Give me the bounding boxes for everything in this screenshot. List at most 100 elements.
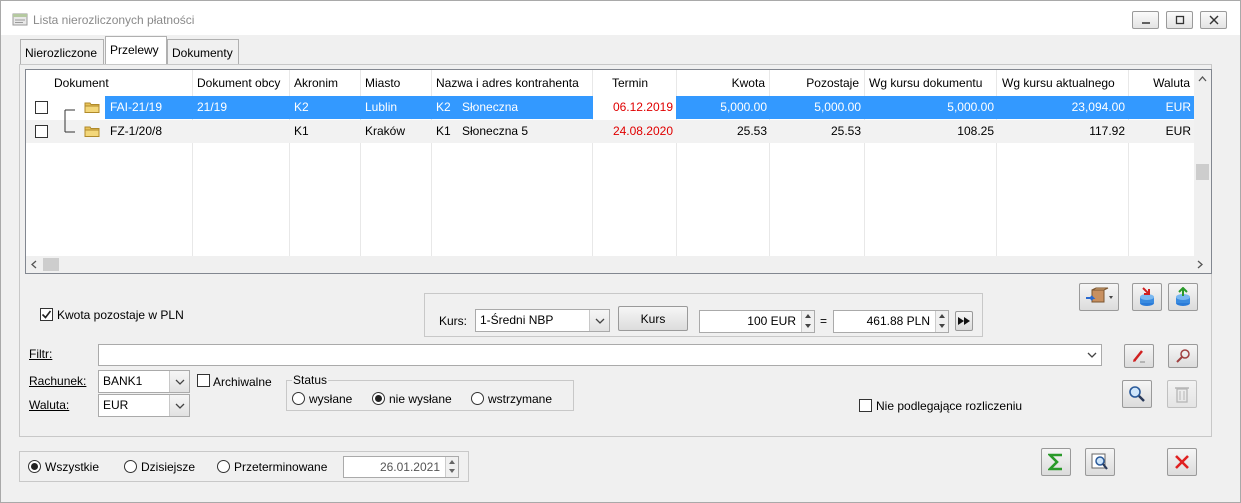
col-header-akronim[interactable]: Akronim bbox=[294, 70, 360, 96]
date-input[interactable]: 26.01.2021 bbox=[343, 456, 459, 478]
col-header-dokument[interactable]: Dokument bbox=[54, 70, 214, 96]
preview-button[interactable] bbox=[1085, 448, 1115, 476]
horizontal-scrollbar[interactable] bbox=[26, 256, 1211, 273]
archiwalne-checkbox[interactable] bbox=[197, 374, 210, 387]
clear-filter-button[interactable] bbox=[1124, 344, 1154, 368]
col-header-pozostaje[interactable]: Pozostaje bbox=[771, 70, 859, 96]
checkmark-icon bbox=[41, 310, 52, 319]
kwota-pln-label[interactable]: Kwota pozostaje w PLN bbox=[57, 308, 184, 322]
tab-przelewy[interactable]: Przelewy bbox=[105, 36, 167, 65]
amount-to-spinner[interactable] bbox=[935, 311, 948, 332]
amount-to-value: 461.88 PLN bbox=[866, 314, 930, 328]
scroll-up-icon[interactable] bbox=[1198, 76, 1207, 82]
tab-nierozliczone[interactable]: Nierozliczone bbox=[20, 39, 104, 64]
radio-wszystkie-label[interactable]: Wszystkie bbox=[45, 460, 99, 474]
date-spinner[interactable] bbox=[445, 457, 458, 477]
kurs-button[interactable]: Kurs bbox=[618, 306, 688, 331]
import-icon bbox=[1140, 287, 1154, 306]
kurs-select-value: 1-Średni NBP bbox=[480, 313, 554, 327]
delete-button[interactable] bbox=[1167, 380, 1197, 408]
generate-button[interactable] bbox=[1079, 283, 1119, 311]
scroll-left-icon[interactable] bbox=[31, 260, 37, 269]
radio-przeterminowane[interactable] bbox=[217, 460, 230, 473]
maximize-icon bbox=[1175, 15, 1184, 25]
chevron-down-icon[interactable] bbox=[589, 310, 609, 331]
col-header-termin[interactable]: Termin bbox=[612, 70, 654, 96]
maximize-button[interactable] bbox=[1166, 11, 1193, 29]
kwota-pln-checkbox[interactable] bbox=[40, 308, 53, 321]
waluta-label: Waluta: bbox=[29, 398, 70, 412]
chevron-down-icon[interactable] bbox=[169, 395, 189, 416]
kurs-button-label: Kurs bbox=[640, 311, 666, 326]
spin-down-icon[interactable] bbox=[804, 323, 812, 329]
cell-wg-kursu-aktualnego: 23,094.00 bbox=[1071, 100, 1125, 114]
title-bar: Lista nierozliczonych płatności bbox=[1, 1, 1240, 35]
filter-input[interactable] bbox=[98, 344, 1102, 366]
radio-dzisiejsze-label[interactable]: Dzisiejsze bbox=[141, 460, 195, 474]
import-button[interactable] bbox=[1132, 283, 1162, 311]
col-header-dokument-obcy[interactable]: Dokument obcy bbox=[197, 70, 292, 96]
radio-wyslane[interactable] bbox=[292, 392, 305, 405]
chevron-down-icon[interactable] bbox=[1083, 345, 1101, 365]
rachunek-select[interactable]: BANK1 bbox=[98, 370, 190, 393]
vertical-scroll-thumb[interactable] bbox=[1196, 164, 1209, 180]
apply-kurs-button[interactable] bbox=[955, 311, 973, 331]
export-icon bbox=[1176, 287, 1190, 306]
col-header-kwota[interactable]: Kwota bbox=[681, 70, 765, 96]
kurs-select[interactable]: 1-Średni NBP bbox=[475, 309, 610, 332]
radio-przeterminowane-label[interactable]: Przeterminowane bbox=[234, 460, 327, 474]
radio-wstrzymane[interactable] bbox=[471, 392, 484, 405]
table-row[interactable]: FAI-21/19 21/19 K2 Lublin K2 Słoneczna 0… bbox=[26, 96, 1194, 122]
cell-waluta: EUR bbox=[1165, 124, 1191, 138]
chevron-down-icon[interactable] bbox=[169, 371, 189, 392]
row-checkbox[interactable] bbox=[35, 125, 48, 138]
radio-wszystkie[interactable] bbox=[28, 460, 41, 473]
filter-constructor-button[interactable] bbox=[1168, 344, 1198, 368]
col-header-wg-kursu-dokumentu[interactable]: Wg kursu dokumentu bbox=[869, 70, 999, 96]
col-header-wg-kursu-aktualnego[interactable]: Wg kursu aktualnego bbox=[1002, 70, 1132, 96]
row-checkbox[interactable] bbox=[35, 101, 48, 114]
nie-podlegajace-label[interactable]: Nie podlegające rozliczeniu bbox=[876, 399, 1022, 413]
sigma-icon bbox=[1048, 453, 1062, 471]
tab-dokumenty[interactable]: Dokumenty bbox=[167, 39, 239, 64]
cell-pozostaje: 5,000.00 bbox=[814, 100, 861, 114]
spin-up-icon[interactable] bbox=[804, 313, 812, 319]
filter-label: Filtr: bbox=[29, 347, 53, 361]
sum-button[interactable] bbox=[1041, 448, 1071, 476]
scroll-right-icon[interactable] bbox=[1197, 260, 1203, 269]
waluta-select[interactable]: EUR bbox=[98, 394, 190, 417]
main-window: Lista nierozliczonych płatności Nierozli… bbox=[0, 0, 1241, 503]
cell-kontrahent-kod: K2 bbox=[436, 100, 451, 114]
nie-podlegajace-checkbox[interactable] bbox=[859, 399, 872, 412]
spin-up-icon[interactable] bbox=[938, 313, 946, 319]
amount-from-input[interactable]: 100 EUR bbox=[699, 310, 815, 333]
horizontal-scroll-thumb[interactable] bbox=[43, 258, 59, 271]
col-header-kontrahent[interactable]: Nazwa i adres kontrahenta bbox=[436, 70, 596, 96]
cell-waluta: EUR bbox=[1165, 100, 1191, 114]
rachunek-label: Rachunek: bbox=[29, 374, 87, 388]
search-button[interactable] bbox=[1122, 380, 1152, 408]
spin-down-icon[interactable] bbox=[938, 323, 946, 329]
table-row[interactable]: FZ-1/20/8 K1 Kraków K1 Słoneczna 5 24.08… bbox=[26, 114, 1194, 143]
cell-miasto: Kraków bbox=[365, 124, 406, 138]
vertical-scrollbar[interactable] bbox=[1194, 70, 1211, 256]
col-header-waluta[interactable]: Waluta bbox=[1136, 70, 1190, 96]
close-window-button[interactable] bbox=[1200, 11, 1227, 29]
amount-to-input[interactable]: 461.88 PLN bbox=[833, 310, 949, 333]
radio-nie-wyslane[interactable] bbox=[372, 392, 385, 405]
radio-wyslane-label[interactable]: wysłane bbox=[309, 392, 352, 406]
cell-dokument-obcy bbox=[197, 120, 287, 143]
minimize-icon bbox=[1141, 22, 1150, 24]
archiwalne-label[interactable]: Archiwalne bbox=[213, 375, 272, 389]
spin-down-icon[interactable] bbox=[448, 468, 456, 474]
spin-up-icon[interactable] bbox=[448, 459, 456, 465]
radio-dzisiejsze[interactable] bbox=[124, 460, 137, 473]
export-button[interactable] bbox=[1168, 283, 1198, 311]
radio-nie-wyslane-label[interactable]: nie wysłane bbox=[389, 392, 452, 406]
close-button[interactable] bbox=[1167, 448, 1197, 476]
radio-wstrzymane-label[interactable]: wstrzymane bbox=[488, 392, 552, 406]
col-header-miasto[interactable]: Miasto bbox=[365, 70, 425, 96]
status-group-label: Status bbox=[292, 373, 329, 387]
amount-from-spinner[interactable] bbox=[801, 311, 814, 332]
minimize-button[interactable] bbox=[1132, 11, 1159, 29]
